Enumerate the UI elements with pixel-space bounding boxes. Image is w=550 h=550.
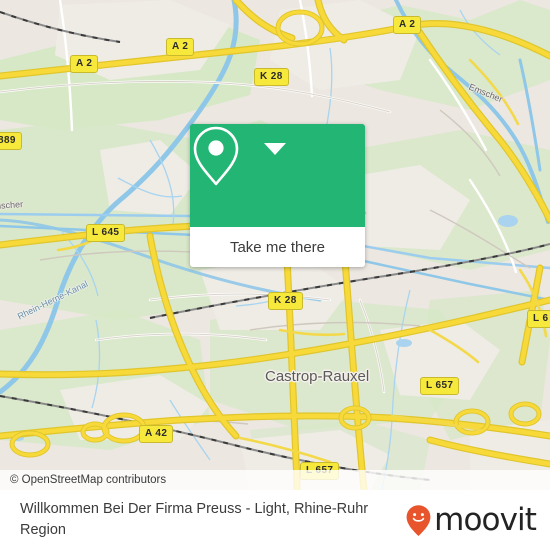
map-screenshot-page: A 2 A 2 A 2 K 28 889 L 645 K 28 L 657 L … xyxy=(0,0,550,550)
moovit-wordmark: moovit xyxy=(434,501,537,538)
road-shield: A 42 xyxy=(139,425,174,443)
popup-pin-panel xyxy=(190,124,365,227)
street-label-partial: nscher xyxy=(0,199,24,211)
place-label-castrop-rauxel: Castrop-Rauxel xyxy=(265,368,370,385)
map-canvas[interactable]: A 2 A 2 A 2 K 28 889 L 645 K 28 L 657 L … xyxy=(0,0,550,490)
footer-bar: Willkommen Bei Der Firma Preuss - Light,… xyxy=(0,490,550,550)
page-title: Willkommen Bei Der Firma Preuss - Light,… xyxy=(20,501,369,538)
take-me-there-label: Take me there xyxy=(229,238,326,256)
road-shield: A 2 xyxy=(393,16,422,34)
road-shield: L 6 xyxy=(527,310,550,328)
moovit-brand[interactable]: moovit xyxy=(405,501,537,538)
road-shield: L 645 xyxy=(86,224,126,242)
popup-tail xyxy=(264,143,286,155)
map-attribution: © OpenStreetMap contributors xyxy=(0,470,550,490)
road-shield: K 28 xyxy=(268,292,303,310)
road-shield: A 2 xyxy=(70,55,99,73)
map-pin-icon xyxy=(193,126,239,186)
popup-action-bar[interactable]: Take me there xyxy=(190,227,365,267)
road-shield: L 657 xyxy=(420,377,460,395)
road-shield: 889 xyxy=(0,132,22,150)
moovit-pin-smile-icon xyxy=(406,504,431,536)
road-shield: K 28 xyxy=(254,68,289,86)
road-shield: A 2 xyxy=(166,38,195,56)
